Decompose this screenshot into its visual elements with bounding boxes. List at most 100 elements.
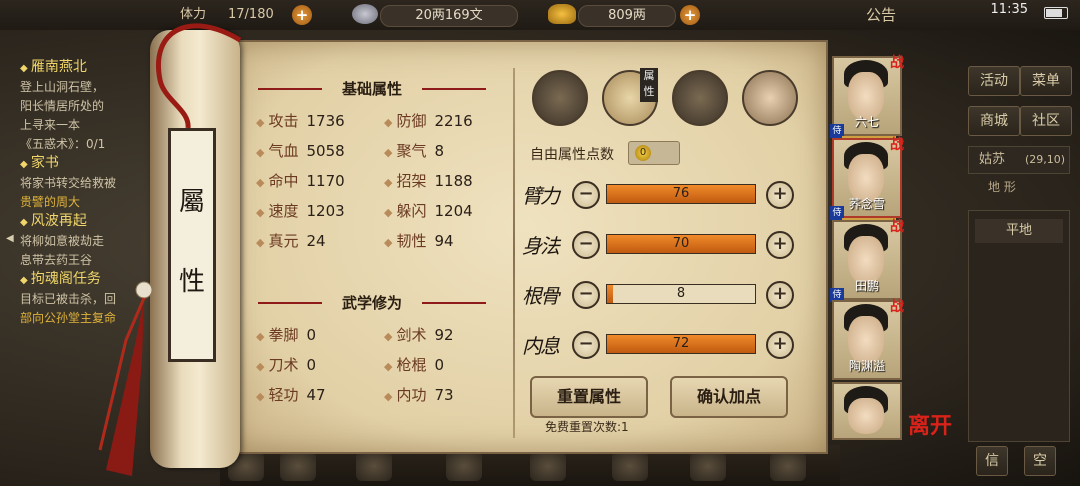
stat-sword: ◆ 剑术 92: [384, 326, 454, 344]
location-coords: (29,10): [1025, 153, 1066, 166]
shop-button[interactable]: 商城: [968, 106, 1020, 136]
activity-button[interactable]: 活动: [968, 66, 1020, 96]
hat-icon[interactable]: [532, 70, 588, 126]
decrease-button[interactable]: −: [572, 231, 600, 259]
stat-inner: ◆ 内功 73: [384, 386, 454, 404]
character-card[interactable]: 战 陶渊溢: [832, 299, 904, 380]
martial-title: 武学修为: [341, 294, 402, 312]
decrease-button[interactable]: −: [572, 331, 600, 359]
add-gold-button[interactable]: +: [680, 5, 700, 25]
scroll-title-char: 屬: [178, 187, 205, 217]
community-button[interactable]: 社区: [1020, 106, 1072, 136]
increase-button[interactable]: +: [766, 181, 794, 209]
stat-speed: ◆ 速度 1203: [256, 202, 345, 220]
reset-attributes-button[interactable]: 重置属性: [530, 376, 648, 418]
battle-tag: 战: [890, 137, 904, 153]
quest-line: 将柳如意被劫走: [20, 234, 105, 248]
quest-item[interactable]: 家书 将家书转交给救被 贵譬的周大: [20, 154, 170, 212]
terrain-panel: 平地: [968, 210, 1070, 442]
quest-line: 《五惑术》：0/1: [20, 137, 106, 151]
quest-title: 风波再起: [20, 212, 170, 232]
stat-parry: ◆ 招架 1188: [384, 172, 473, 190]
quest-line: 将家书转交给救被: [20, 176, 117, 190]
free-points-label: 自由属性点数: [530, 147, 614, 163]
stat-attack: ◆ 攻击 1736: [256, 112, 345, 130]
bar-value: 8: [676, 286, 686, 301]
character-card[interactable]: 战 六七 侍: [830, 55, 904, 140]
menu-button[interactable]: 菜单: [1020, 66, 1072, 96]
decrease-button[interactable]: −: [572, 281, 600, 309]
attr-breath-label: 内息: [522, 334, 560, 358]
stat-spear: ◆ 枪棍 0: [384, 356, 445, 374]
terrain-label: 平地: [1005, 223, 1032, 238]
title-ornament: [422, 302, 486, 304]
bar-value: 70: [672, 236, 690, 251]
attr-bar: 70: [606, 234, 756, 254]
confirm-points-button[interactable]: 确认加点: [670, 376, 788, 418]
nav-skill-icon[interactable]: [612, 451, 648, 481]
add-stamina-button[interactable]: +: [292, 5, 312, 25]
attr-bar: 76: [606, 184, 756, 204]
leave-button[interactable]: 离开: [908, 408, 952, 440]
increase-button[interactable]: +: [766, 331, 794, 359]
gold-icon: [548, 4, 576, 24]
empty-button[interactable]: 空: [1024, 446, 1056, 476]
attr-agility-label: 身法: [522, 234, 560, 258]
stat-fist: ◆ 拳脚 0: [256, 326, 317, 344]
free-points-box: 0: [628, 141, 680, 165]
scroll-title: 屬 性: [168, 128, 216, 362]
terrain-item[interactable]: 平地: [975, 219, 1063, 243]
quest-title: 家书: [20, 154, 170, 174]
nav-package-icon[interactable]: [280, 451, 316, 481]
title-ornament: [422, 88, 486, 90]
tassel-icon: [98, 281, 153, 476]
panel-divider: [513, 68, 515, 438]
nav-reputation-icon[interactable]: [530, 451, 566, 481]
character-card[interactable]: 战 田鹏 侍: [830, 219, 904, 304]
decrease-button[interactable]: −: [572, 181, 600, 209]
nav-map-icon[interactable]: [770, 451, 806, 481]
silver-icon: [352, 4, 378, 24]
stat-energy: ◆ 真元 24: [256, 232, 326, 250]
mail-button[interactable]: 信: [976, 446, 1008, 476]
increase-button[interactable]: +: [766, 231, 794, 259]
stat-lightness: ◆ 轻功 47: [256, 386, 326, 404]
attr-constitution-label: 根骨: [522, 284, 560, 308]
stat-defense: ◆ 防御 2216: [384, 112, 473, 130]
nav-formation-icon[interactable]: [446, 451, 482, 481]
nav-martial-icon[interactable]: [356, 451, 392, 481]
battle-tag: 战: [890, 219, 904, 235]
location-bar: 姑苏 (29,10): [968, 146, 1070, 174]
title-ornament: [258, 88, 322, 90]
terrain-header: 地 形: [988, 180, 1016, 194]
scroll-title-char: 性: [178, 267, 205, 297]
character-card[interactable]: 战 荞念雪 侍: [830, 137, 904, 222]
increase-button[interactable]: +: [766, 281, 794, 309]
bagua-icon[interactable]: [672, 70, 728, 126]
attr-strength-label: 臂力: [522, 184, 560, 208]
notice-button[interactable]: 公告: [866, 4, 896, 26]
character-card[interactable]: [832, 382, 902, 440]
stat-focus: ◆ 聚气 8: [384, 142, 445, 160]
quest-line: 贵譬的周大: [20, 195, 81, 209]
title-ornament: [258, 302, 322, 304]
nav-record-icon[interactable]: [690, 451, 726, 481]
portrait: [848, 398, 884, 434]
battle-tag: 战: [890, 55, 904, 71]
attr-bar: 8: [606, 284, 756, 304]
stat-blade: ◆ 刀术 0: [256, 356, 317, 374]
bar-value: 76: [672, 186, 690, 201]
free-reset-count: 免费重置次数:1: [545, 420, 629, 434]
stat-toughness: ◆ 韧性 94: [384, 232, 454, 250]
tab-attributes-label: 属性: [640, 68, 658, 102]
location-name: 姑苏: [979, 152, 1006, 167]
stat-accuracy: ◆ 命中 1170: [256, 172, 345, 190]
character-name: 陶渊溢: [848, 359, 885, 373]
body-icon[interactable]: [742, 70, 798, 126]
quest-item[interactable]: 风波再起 将柳如意被劫走 息带去药王谷: [20, 212, 170, 270]
scroll-cord-icon: [156, 23, 242, 129]
gold-value: 809两: [578, 5, 676, 27]
battery-icon: [1044, 7, 1068, 19]
basic-attributes-title: 基础属性: [341, 80, 402, 98]
collapse-arrow-icon[interactable]: ◀: [6, 233, 14, 244]
